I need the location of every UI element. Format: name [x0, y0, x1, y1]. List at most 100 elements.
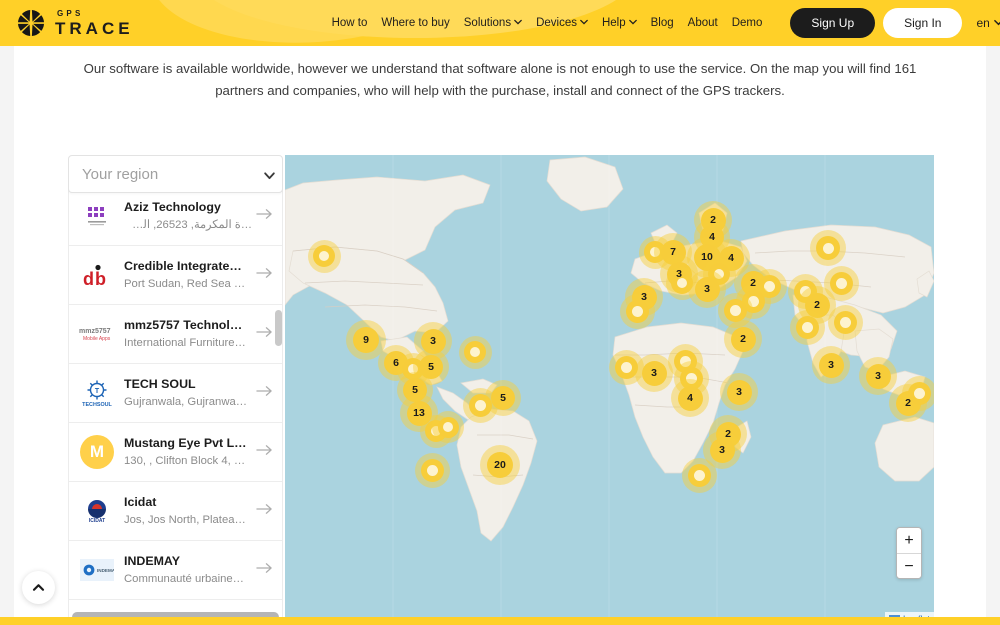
cluster-count: 2 — [740, 332, 746, 345]
chevron-down-icon — [263, 169, 275, 180]
nav-item-how-to[interactable]: How to — [332, 17, 368, 29]
icidat-logo-icon: ICIDAT — [79, 493, 115, 529]
map-cluster-marker[interactable]: 20 — [480, 445, 520, 485]
map-cluster-marker[interactable] — [619, 293, 655, 329]
arrow-right-icon[interactable] — [256, 207, 274, 226]
sign-up-button[interactable]: Sign Up — [790, 8, 876, 38]
page-gutter-left — [0, 46, 14, 625]
cluster-center — [426, 464, 438, 476]
map-cluster-marker[interactable] — [458, 335, 492, 369]
map-cluster-marker[interactable] — [827, 304, 863, 340]
map-canvas — [285, 155, 934, 625]
zoom-in-button[interactable]: + — [897, 528, 921, 554]
mmz5757-logo-icon: mmz5757 Mobile Apps — [79, 316, 115, 352]
partner-name: INDEMAY — [124, 554, 180, 569]
map-cluster-marker[interactable] — [432, 411, 464, 443]
map-cluster-marker[interactable] — [307, 239, 341, 273]
map-cluster-marker[interactable] — [414, 452, 450, 488]
nav-item-solutions[interactable]: Solutions — [464, 17, 522, 29]
arrow-right-icon[interactable] — [256, 502, 274, 521]
nav-label: Blog — [650, 17, 674, 29]
cluster-count: 3 — [719, 443, 725, 456]
chevron-up-icon — [32, 579, 45, 597]
svg-text:TECHSOUL: TECHSOUL — [82, 402, 112, 408]
partner-address: 130, , Clifton Block 4, … — [124, 455, 246, 468]
cluster-center — [474, 399, 486, 411]
arrow-right-icon[interactable] — [256, 443, 274, 462]
cluster-count: 9 — [363, 333, 369, 346]
list-item-text: Credible Integrate… Port Sudan, Red Sea … — [124, 258, 252, 291]
map-cluster-marker[interactable]: 3 — [720, 373, 758, 411]
credible-integrate-logo-icon: d b — [79, 257, 115, 293]
nav-item-where-to-buy[interactable]: Where to buy — [381, 17, 449, 29]
chevron-down-icon — [514, 18, 522, 26]
cluster-count: 2 — [905, 396, 911, 409]
sidebar-vertical-scrollbar-track[interactable] — [275, 187, 282, 625]
partners-map-section: Your region Aziz Technology …ة المكرمة, … — [68, 155, 934, 625]
cluster-count: 3 — [875, 369, 881, 382]
cluster-center — [822, 242, 834, 254]
list-item[interactable]: mmz5757 Mobile Apps mmz5757 Technol… Int… — [69, 305, 282, 364]
list-item[interactable]: ICIDAT Icidat Jos, Jos North, Platea… — [69, 482, 282, 541]
list-item[interactable]: d b Credible Integrate… Port Sudan, Red … — [69, 246, 282, 305]
nav-item-demo[interactable]: Demo — [732, 17, 763, 29]
map-cluster-marker[interactable]: 3 — [812, 346, 850, 384]
cluster-count: 10 — [701, 250, 713, 263]
site-header: GPS TRACE How to Where to buy Solutions — [0, 0, 1000, 46]
svg-text:ICIDAT: ICIDAT — [89, 518, 105, 524]
region-select[interactable]: Your region — [68, 155, 283, 193]
region-select-placeholder: Your region — [82, 165, 159, 183]
map-cluster-marker[interactable] — [810, 230, 846, 266]
list-item-text: TECH SOUL Gujranwala, Gujranwa… — [124, 376, 252, 409]
nav-item-devices[interactable]: Devices — [536, 17, 588, 29]
partner-name: Aziz Technology — [124, 200, 221, 215]
partner-list[interactable]: Aziz Technology …ة المكرمة, 26523, السعو… — [68, 187, 283, 625]
list-item[interactable]: Aziz Technology …ة المكرمة, 26523, السعو… — [69, 187, 282, 246]
arrow-right-icon[interactable] — [256, 325, 274, 344]
chevron-down-icon — [580, 18, 588, 26]
map-cluster-marker[interactable]: 2 — [724, 320, 762, 358]
partners-sidebar: Your region Aziz Technology …ة المكرمة, … — [68, 155, 283, 625]
arrow-right-icon[interactable] — [256, 266, 274, 285]
sign-in-button[interactable]: Sign In — [883, 8, 963, 38]
cluster-count: 4 — [687, 391, 693, 404]
cluster-center — [631, 305, 643, 317]
svg-text:Mobile Apps: Mobile Apps — [83, 336, 111, 342]
avatar-letter: M — [80, 435, 114, 469]
list-item[interactable]: M Mustang Eye Pvt L… 130, , Clifton Bloc… — [69, 423, 282, 482]
cluster-count: 3 — [704, 282, 710, 295]
svg-text:T: T — [95, 388, 100, 395]
zoom-out-button[interactable]: − — [897, 554, 921, 578]
logo-gps-text: GPS — [57, 8, 84, 18]
nav-item-about[interactable]: About — [688, 17, 718, 29]
partner-address: Jos, Jos North, Platea… — [124, 514, 246, 527]
scroll-to-top-button[interactable] — [22, 571, 55, 604]
language-selector[interactable]: en — [976, 16, 1000, 30]
partner-name: Credible Integrate… — [124, 259, 242, 274]
list-item-text: Aziz Technology …ة المكرمة, 26523, السعو… — [124, 199, 252, 232]
nav-item-help[interactable]: Help — [602, 17, 637, 29]
map-cluster-marker[interactable]: 5 — [485, 380, 521, 416]
map-cluster-marker[interactable]: 4 — [671, 379, 709, 417]
nav-item-blog[interactable]: Blog — [651, 17, 674, 29]
cluster-count: 3 — [828, 358, 834, 371]
list-item-text: Icidat Jos, Jos North, Platea… — [124, 494, 252, 527]
map-cluster-marker[interactable] — [681, 457, 717, 493]
partner-name: TECH SOUL — [124, 377, 196, 392]
cluster-count: 5 — [500, 391, 506, 404]
cluster-center — [729, 304, 741, 316]
map-cluster-marker[interactable] — [789, 309, 825, 345]
partner-address: International Furniture… — [124, 337, 246, 350]
nav-label: Devices — [536, 17, 577, 29]
cluster-center — [693, 469, 705, 481]
cluster-count: 3 — [430, 334, 436, 347]
partner-name: mmz5757 Technol… — [124, 318, 243, 333]
arrow-right-icon[interactable] — [256, 384, 274, 403]
arrow-right-icon[interactable] — [256, 561, 274, 580]
sidebar-vertical-scrollbar-thumb[interactable] — [275, 310, 282, 346]
site-logo[interactable]: GPS TRACE — [16, 8, 134, 38]
list-item[interactable]: INDEMAY INDEMAY Communauté urbaine… — [69, 541, 282, 600]
page-bottom-strip — [0, 617, 1000, 625]
partners-map[interactable]: 963551352072410433322233234323 + − Leafl… — [285, 155, 934, 625]
list-item[interactable]: T TECHSOUL TECH SOUL Gujranwala, Gujranw… — [69, 364, 282, 423]
